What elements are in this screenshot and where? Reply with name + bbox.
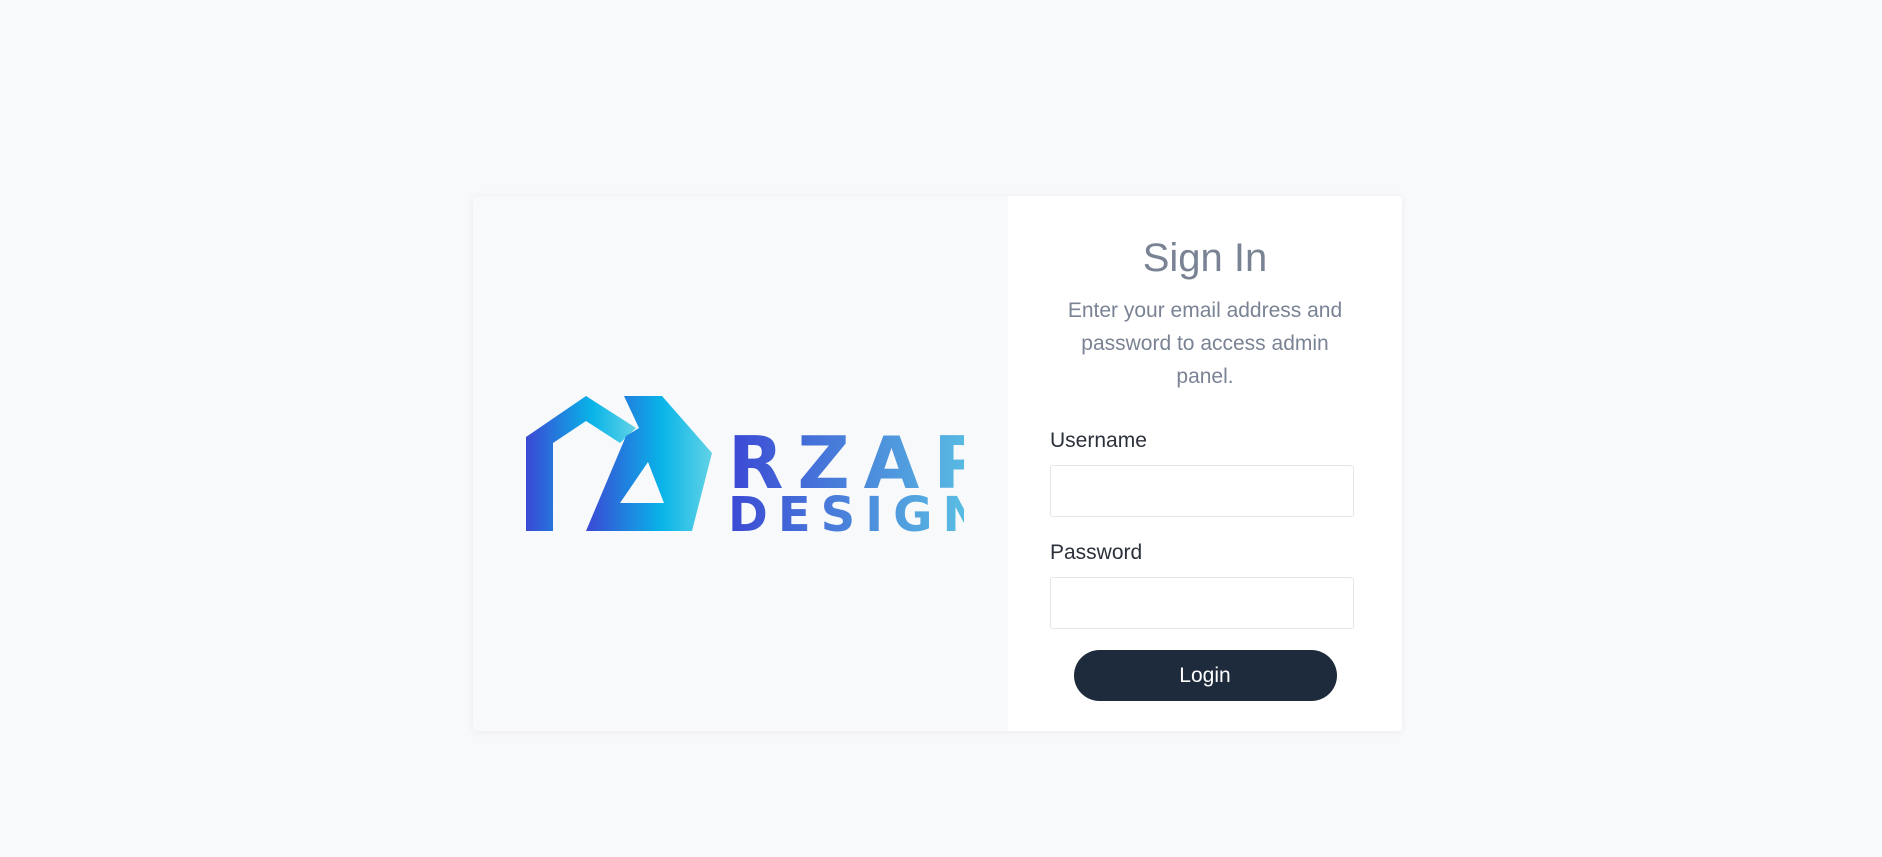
rzap-design-logo: RZAP DESIGN: [526, 396, 964, 538]
signin-card: RZAP DESIGN Sign In Enter your email add…: [473, 196, 1402, 731]
password-label: Password: [1050, 541, 1143, 564]
password-input[interactable]: [1050, 577, 1354, 629]
login-button[interactable]: Login: [1073, 650, 1337, 701]
username-label: Username: [1050, 429, 1147, 452]
signin-title: Sign In: [1142, 236, 1268, 280]
logo-panel: RZAP DESIGN: [473, 196, 1008, 731]
signin-subtitle: Enter your email address and password to…: [1067, 299, 1343, 388]
username-input[interactable]: [1050, 465, 1354, 517]
signin-form-panel: Sign In Enter your email address and pas…: [1008, 196, 1402, 731]
logo-text-design: DESIGN: [728, 487, 964, 538]
